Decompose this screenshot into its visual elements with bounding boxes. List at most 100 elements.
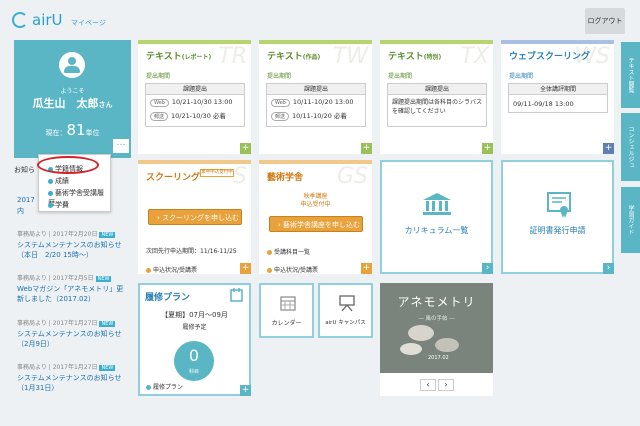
course-unit: 科目 bbox=[188, 369, 199, 375]
submission-table: 課題提出 Web 10/11-10/20 13:00 郵送 10/11-10/20 … bbox=[266, 83, 366, 127]
notice-fragment[interactable]: 2017 bbox=[17, 196, 35, 204]
schooling-apply-button[interactable]: › スクーリングを申し込む bbox=[148, 209, 242, 225]
next-apply-period: 次回先行申込期間：11/16-11/25 bbox=[146, 248, 237, 255]
card-title-text: テキスト bbox=[267, 52, 303, 62]
expand-plus-button[interactable]: + bbox=[240, 263, 251, 274]
plan-link[interactable]: 履修プラン bbox=[146, 382, 183, 391]
card-title-text: テキスト bbox=[146, 52, 182, 62]
expand-plus-button[interactable]: + bbox=[603, 143, 614, 154]
notice-meta: 事務局より | 2017年2月5日 NEW bbox=[17, 273, 129, 282]
bullet-icon bbox=[146, 268, 151, 273]
banner-title: アネモメトリ bbox=[397, 295, 476, 309]
notice-text[interactable]: Webマガジン「アネモメトリ」更新しました（2017.02） bbox=[17, 284, 129, 304]
application-status-link[interactable]: 申込状況/受講票 bbox=[146, 265, 197, 274]
card-watermark: TX bbox=[460, 44, 489, 69]
submission-row: 郵送 10/11-10/20 必着 bbox=[271, 110, 361, 121]
notice-item[interactable]: 事務局より | 2017年1月27日 NEW システムメンテナンスのお知らせ（1月… bbox=[17, 362, 129, 393]
expand-plus-button[interactable]: + bbox=[240, 143, 251, 154]
course-count: 0 bbox=[188, 346, 200, 365]
mail-tag: 郵送 bbox=[271, 112, 290, 121]
submission-row: Web 10/11-10/20 13:00 bbox=[271, 98, 361, 107]
side-tab-text-browse[interactable]: テキスト閲覧 bbox=[621, 42, 640, 108]
submission-dates: 10/21-10/30 必着 bbox=[171, 112, 226, 120]
menu-item-grades[interactable]: 成績 bbox=[48, 176, 69, 186]
period-label: 提出期間 bbox=[509, 73, 534, 80]
table-header: 課題提出 bbox=[388, 84, 486, 95]
card-text-special[interactable]: TX テキスト(特別) 提出期間 課題提出 課題提出期間は各科目のシラバスを確認… bbox=[380, 40, 493, 154]
profile-menu-button[interactable]: … bbox=[113, 139, 129, 153]
plan-term: 【夏期】07月～09月 bbox=[161, 311, 228, 319]
submission-table: 課題提出 Web 10/21-10/30 13:00 郵送 10/21-10/30 … bbox=[145, 83, 245, 127]
card-title: 藝術学舎 bbox=[267, 173, 304, 183]
submission-row: Web 10/21-10/30 13:00 bbox=[150, 98, 240, 107]
expand-plus-button[interactable]: + bbox=[240, 385, 251, 396]
side-tab-concierge[interactable]: コンシェルジュ bbox=[621, 113, 640, 181]
web-tag: Web bbox=[150, 99, 169, 107]
period-label: 提出期間 bbox=[267, 73, 292, 80]
arrow-right-icon[interactable]: › bbox=[603, 263, 614, 274]
notice-text[interactable]: システムメンテナンスのお知らせ（2月9日） bbox=[17, 329, 129, 349]
notice-fragment[interactable]: 内 bbox=[17, 206, 24, 216]
card-schooling[interactable]: S スクーリング 集中申込受付中 › スクーリングを申し込む 次回先行申込期間：… bbox=[138, 160, 251, 274]
logout-button[interactable]: ログアウト bbox=[585, 8, 625, 34]
review-table: 全体講評期間 09/11-09/18 13:00 bbox=[508, 83, 608, 113]
tile-label: airU キャンパス bbox=[325, 320, 366, 326]
link-label: 申込状況/受講票 bbox=[274, 267, 319, 274]
notice-meta-text: 事務局より | 2017年2月5日 bbox=[17, 275, 94, 282]
plan-status: 履修予定 bbox=[182, 324, 207, 331]
tile-campus[interactable]: airU キャンパス bbox=[318, 283, 373, 338]
card-text-report[interactable]: TR テキスト(レポート) 提出期間 課題提出 Web 10/21-10/30 1… bbox=[138, 40, 251, 154]
link-label: 受講科目一覧 bbox=[274, 249, 311, 256]
bullet-icon bbox=[267, 268, 272, 273]
geijutsu-apply-button[interactable]: › 藝術学舎講座を申し込む bbox=[269, 216, 363, 232]
honorific: さん bbox=[98, 101, 113, 109]
logo-icon[interactable] bbox=[12, 12, 28, 28]
arrow-right-icon[interactable]: › bbox=[482, 263, 493, 274]
submission-row: 郵送 10/21-10/30 必着 bbox=[150, 110, 240, 121]
notice-text[interactable]: システムメンテナンスのお知らせ（本日 2/20 15時～） bbox=[17, 240, 129, 260]
application-status-link[interactable]: 申込状況/受講票 bbox=[267, 265, 318, 274]
notice-item[interactable]: 事務局より | 2017年2月5日 NEW Webマガジン「アネモメトリ」更新しま… bbox=[17, 273, 129, 304]
card-title: テキスト(特別) bbox=[388, 49, 441, 62]
tile-curriculum[interactable]: カリキュラム一覧 › bbox=[380, 160, 493, 274]
button-label: 藝術学舎講座を申し込む bbox=[283, 221, 361, 229]
user-name: 瓜生山 太郎さん bbox=[14, 95, 131, 111]
card-watermark: TW bbox=[332, 44, 368, 69]
prev-button[interactable]: ‹ bbox=[420, 379, 436, 391]
side-tab-study-guide[interactable]: 学習ガイド bbox=[621, 187, 640, 253]
credits-value: 81 bbox=[66, 121, 86, 139]
certificate-icon bbox=[547, 192, 571, 218]
course-list-link[interactable]: 受講科目一覧 bbox=[267, 247, 310, 256]
notice-item[interactable]: 事務局より | 2017年2月20日 NEW システムメンテナンスのお知らせ（本日… bbox=[17, 229, 129, 260]
tile-certificate[interactable]: 証明書発行申請 › bbox=[501, 160, 614, 274]
user-avatar-icon bbox=[59, 52, 85, 78]
banner-subtitle: ― 風の手帖 ― bbox=[418, 316, 455, 322]
logo-text[interactable]: airU bbox=[32, 11, 63, 29]
notice-text[interactable]: システムメンテナンスのお知らせ（1月31日） bbox=[17, 373, 129, 393]
banner-pager bbox=[380, 373, 493, 396]
new-badge: NEW bbox=[95, 276, 112, 282]
schooling-badge: 集中申込受付中 bbox=[200, 169, 234, 177]
next-button[interactable]: › bbox=[438, 379, 454, 391]
card-title: テキスト(作品) bbox=[267, 49, 320, 62]
pottery-image bbox=[435, 338, 459, 352]
expand-plus-button[interactable]: + bbox=[361, 263, 372, 274]
pottery-image bbox=[400, 343, 422, 355]
notice-meta-text: 事務局より | 2017年2月20日 bbox=[17, 231, 98, 238]
anemometry-banner[interactable]: アネモメトリ ― 風の手帖 ― 2017.02 ‹ › bbox=[380, 283, 493, 396]
link-label: 申込状況/受講票 bbox=[153, 267, 198, 274]
expand-plus-button[interactable]: + bbox=[361, 143, 372, 154]
mail-tag: 郵送 bbox=[150, 112, 169, 121]
credits-label: 現在： bbox=[45, 129, 67, 137]
mypage-label: マイページ bbox=[71, 19, 106, 27]
expand-plus-button[interactable]: + bbox=[482, 143, 493, 154]
plan-edit-icon bbox=[230, 288, 243, 302]
card-text-work[interactable]: TW テキスト(作品) 提出期間 課題提出 Web 10/11-10/20 13:… bbox=[259, 40, 372, 154]
side-tab-label: 学習ガイド bbox=[627, 205, 634, 235]
card-web-schooling[interactable]: WS ウェブスクーリング 提出期間 全体講評期間 09/11-09/18 13:… bbox=[501, 40, 614, 154]
card-geijutsu-gakusha[interactable]: GS 藝術学舎 秋季講座 申込受付中 › 藝術学舎講座を申し込む 受講科目一覧 … bbox=[259, 160, 372, 274]
menu-item-tuition[interactable]: 学費 bbox=[48, 200, 69, 210]
tile-calendar[interactable]: カレンダー bbox=[259, 283, 314, 338]
notice-item[interactable]: 事務局より | 2017年1月27日 NEW システムメンテナンスのお知らせ（2月… bbox=[17, 318, 129, 349]
menu-item-label: 成績 bbox=[55, 177, 69, 185]
